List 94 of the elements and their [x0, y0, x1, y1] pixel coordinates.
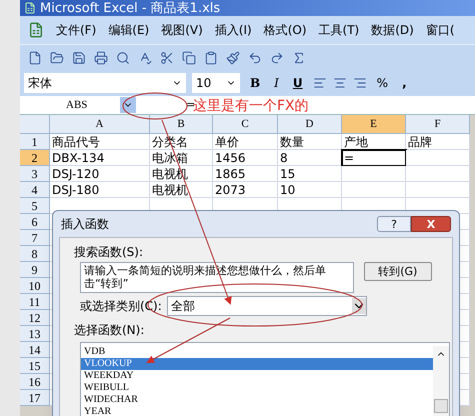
undo-icon[interactable] [248, 50, 262, 64]
underline-button[interactable]: U [288, 74, 307, 92]
row-header[interactable]: 17 [20, 390, 50, 406]
row-header[interactable]: 3 [20, 166, 50, 182]
window-title: Microsoft Excel - 商品表1.xls [40, 2, 220, 14]
column-header[interactable]: B [150, 115, 213, 134]
menu-item[interactable]: 插入(I) [214, 21, 252, 39]
scissors-icon[interactable] [160, 50, 174, 64]
column-header[interactable]: A [50, 115, 150, 134]
table-cell: 15 [278, 166, 342, 182]
menu-item[interactable]: 文件(F) [56, 21, 96, 39]
name-box-dropdown[interactable] [120, 97, 136, 113]
row-header[interactable]: 9 [20, 262, 50, 278]
table-cell: 商品代号 [50, 134, 150, 150]
menu-item[interactable]: 格式(O) [264, 21, 307, 39]
column-header[interactable]: F [406, 115, 470, 134]
function-item[interactable]: WEEKDAY [81, 370, 433, 382]
table-cell: 2073 [213, 182, 278, 198]
row-header[interactable]: 8 [20, 246, 50, 262]
brush-icon[interactable] [226, 50, 240, 64]
annotation-text: 这里是有一个FX的 [193, 99, 309, 113]
bold-button[interactable]: B [246, 74, 264, 92]
table-cell: DSJ-180 [50, 182, 150, 198]
sigma-icon[interactable] [292, 50, 306, 64]
column-header[interactable]: E [342, 115, 406, 134]
search-label: 搜索函数(S): [74, 244, 144, 260]
function-item[interactable]: YEAR [81, 406, 433, 416]
name-box[interactable]: ABS [20, 96, 120, 114]
table-cell: 品牌 [406, 134, 470, 150]
font-select[interactable]: 宋体 [24, 73, 186, 93]
annotation-ellipse [122, 92, 188, 120]
row-header[interactable]: 4 [20, 182, 50, 198]
save-icon[interactable] [72, 50, 86, 64]
row-header[interactable]: 5 [20, 198, 50, 214]
category-select[interactable]: 全部 [167, 296, 367, 316]
spell-check-icon[interactable] [138, 50, 152, 64]
menu-item[interactable]: 窗口( [426, 21, 455, 39]
function-item[interactable]: VLOOKUP [81, 358, 433, 370]
table-cell: 单价 [213, 134, 278, 150]
row-header[interactable]: 6 [20, 214, 50, 230]
row-header[interactable]: 7 [20, 230, 50, 246]
function-item[interactable]: VDB [81, 346, 433, 358]
table-cell: 1865 [213, 166, 278, 182]
copy-icon[interactable] [182, 50, 196, 64]
align-center-icon[interactable] [332, 76, 347, 90]
comma-button[interactable]: , [398, 74, 411, 92]
dialog-title: 插入函数 [61, 216, 109, 233]
column-header[interactable]: D [278, 115, 342, 134]
scrollbar[interactable] [433, 346, 449, 416]
active-cell: = [342, 150, 406, 166]
close-button[interactable]: X [411, 216, 451, 232]
column-header[interactable]: C [213, 115, 278, 134]
go-button[interactable]: 转到(G) [364, 262, 432, 281]
row-header[interactable]: 11 [20, 294, 50, 310]
row-header[interactable]: 13 [20, 326, 50, 342]
corner-header [20, 115, 50, 134]
table-cell: 产地 [342, 134, 406, 150]
table-cell: DBX-134 [50, 150, 150, 166]
table-cell: 数量 [278, 134, 342, 150]
row-header[interactable]: 16 [20, 374, 50, 390]
folder-icon[interactable] [50, 50, 64, 64]
preview-icon[interactable] [116, 50, 130, 64]
italic-button[interactable]: I [270, 74, 283, 92]
menu-item[interactable]: 数据(D) [371, 21, 414, 39]
row-header[interactable]: 12 [20, 310, 50, 326]
table-cell: 电冰箱 [150, 150, 213, 166]
function-item[interactable]: WEIBULL [81, 382, 433, 394]
menu-item[interactable]: 工具(T) [318, 21, 360, 39]
table-cell: DSJ-120 [50, 166, 150, 182]
menu-item[interactable]: 视图(V) [161, 21, 203, 39]
row-header[interactable]: 1 [20, 134, 50, 150]
align-right-icon[interactable] [352, 76, 367, 90]
size-select[interactable]: 10 [192, 73, 240, 93]
row-header[interactable]: 10 [20, 278, 50, 294]
table-cell: 电视机 [150, 182, 213, 198]
percent-button[interactable]: % [372, 74, 392, 92]
scroll-thumb[interactable] [434, 399, 448, 413]
clipboard-icon[interactable] [204, 50, 218, 64]
table-cell: 8 [278, 150, 342, 166]
row-header[interactable]: 14 [20, 342, 50, 358]
new-file-icon[interactable] [28, 50, 42, 64]
table-cell: 1456 [213, 150, 278, 166]
table-cell: 10 [278, 182, 342, 198]
function-item[interactable]: WIDECHAR [81, 394, 433, 406]
row-header[interactable]: 2 [20, 150, 50, 166]
excel-icon [24, 2, 36, 14]
document-icon[interactable] [28, 22, 44, 38]
printer-icon[interactable] [94, 50, 108, 64]
function-list-label: 选择函数(N): [74, 322, 146, 338]
help-button[interactable]: ? [377, 216, 411, 232]
align-left-icon[interactable] [312, 76, 327, 90]
row-header[interactable]: 15 [20, 358, 50, 374]
menu-item[interactable]: 编辑(E) [108, 21, 150, 39]
redo-icon[interactable] [270, 50, 284, 64]
